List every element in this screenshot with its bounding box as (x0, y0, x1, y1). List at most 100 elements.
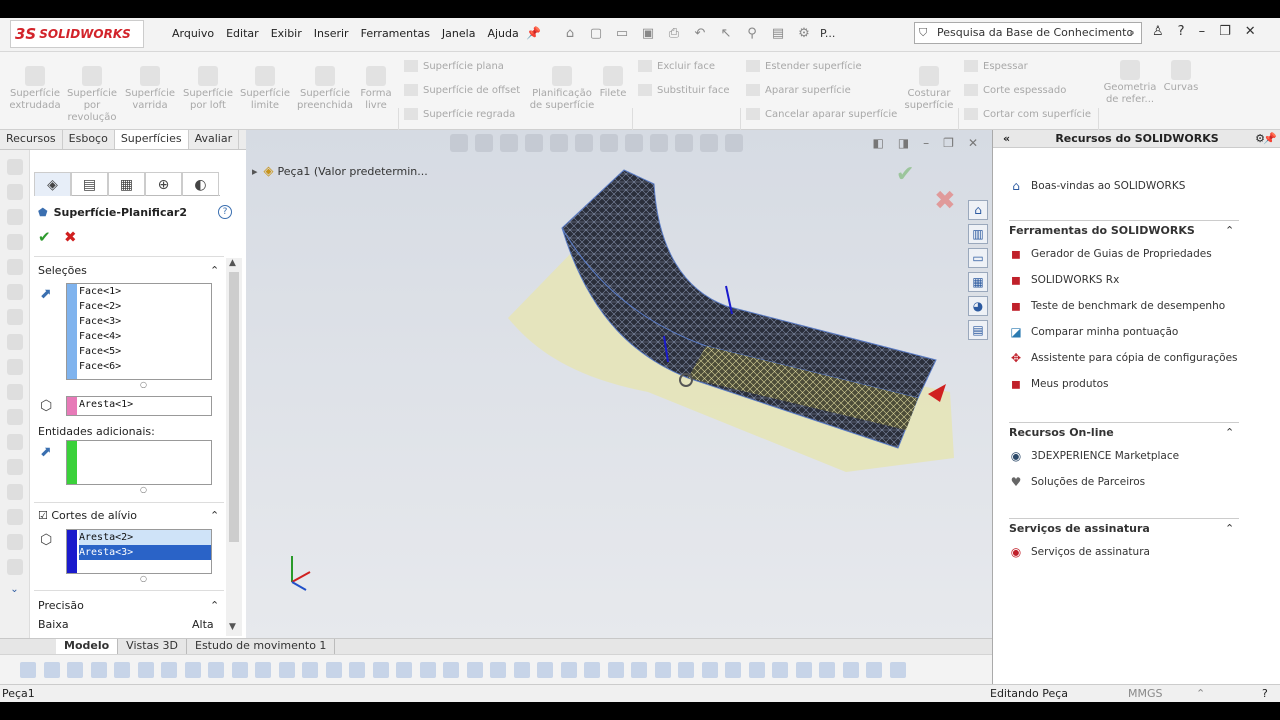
section-precisao[interactable]: Precisão (38, 599, 84, 612)
fillet-button[interactable]: Filete (598, 66, 628, 100)
thickened-cut-button[interactable]: Corte espessado (964, 84, 1066, 96)
help-icon[interactable]: ? (218, 205, 232, 219)
filter-tool-icon[interactable] (208, 662, 224, 678)
boundary-surface-button[interactable]: Superfície limite (238, 66, 292, 112)
tab-esboco[interactable]: Esboço (63, 130, 115, 149)
section-selecoes[interactable]: Seleções (38, 264, 87, 277)
status-units[interactable]: MMGS (1128, 687, 1163, 700)
toolbar-tool-icon[interactable] (6, 534, 23, 550)
filter-tool-icon[interactable] (43, 662, 60, 678)
offset-surface-button[interactable]: Superfície de offset (404, 84, 520, 96)
trim-surface-button[interactable]: Aparar superfície (746, 84, 851, 96)
filter-tool-icon[interactable] (560, 662, 577, 678)
curves-button[interactable]: Curvas (1162, 60, 1200, 94)
filter-tool-icon[interactable] (701, 662, 718, 678)
list-item[interactable]: Face<1> (79, 284, 211, 299)
list-item[interactable]: Face<2> (79, 299, 211, 314)
dimxpert-tab-icon[interactable]: ⊕ (145, 172, 182, 196)
toolbar-tool-icon[interactable] (6, 509, 23, 525)
extend-surface-button[interactable]: Estender superfície (746, 60, 862, 72)
featuremanager-tab-icon[interactable]: ◈ (34, 172, 71, 196)
resize-handle-icon[interactable]: ○ (140, 574, 147, 583)
swept-surface-button[interactable]: Superfície varrida (122, 66, 178, 112)
custom-properties-icon[interactable]: ▤ (968, 320, 988, 340)
thicken-button[interactable]: Espessar (964, 60, 1028, 72)
toolbar-tool-icon[interactable] (6, 159, 23, 175)
status-help-icon[interactable]: ? (1262, 687, 1268, 700)
ruled-surface-button[interactable]: Superfície regrada (404, 108, 515, 120)
file-explorer-icon[interactable]: ▭ (968, 248, 988, 268)
menu-janela[interactable]: Janela (442, 27, 476, 40)
collapse-chevron-icon[interactable]: ⌃ (1225, 522, 1234, 535)
pin-icon[interactable]: 📌 (526, 26, 541, 40)
list-item[interactable]: Face<5> (79, 344, 211, 359)
options-gear-icon[interactable]: ⚙ (794, 24, 814, 44)
relief-cuts-list[interactable]: Aresta<2> Aresta<3> (66, 529, 212, 574)
menu-arquivo[interactable]: Arquivo (172, 27, 214, 40)
edge-field[interactable]: Aresta<1> (66, 396, 212, 416)
filter-tool-icon[interactable] (654, 662, 671, 678)
tab-superficies[interactable]: Superfícies (114, 130, 189, 149)
scroll-up-icon[interactable]: ▲ (229, 258, 236, 268)
ok-button[interactable]: ✔ (38, 228, 51, 246)
link-welcome[interactable]: ⌂ Boas-vindas ao SOLIDWORKS (1007, 178, 1185, 194)
filter-tool-icon[interactable] (819, 662, 835, 678)
link-tool[interactable]: ◼ SOLIDWORKS Rx (1007, 272, 1119, 288)
scroll-thumb[interactable] (229, 272, 239, 542)
collapse-chevron-icon[interactable]: ⌃ (1225, 426, 1234, 439)
filter-tool-icon[interactable] (631, 662, 647, 678)
list-item[interactable]: Aresta<2> (79, 530, 211, 545)
filter-tool-icon[interactable] (866, 662, 882, 678)
link-subscription[interactable]: ◉ Serviços de assinatura (1007, 544, 1150, 560)
toolbar-tool-icon[interactable] (6, 334, 23, 350)
home-icon[interactable]: ⌂ (560, 24, 580, 44)
user-icon[interactable]: ♙ (1152, 24, 1164, 39)
link-tool[interactable]: ◪ Comparar minha pontuação (1007, 324, 1178, 340)
planar-surface-button[interactable]: Superfície plana (404, 60, 504, 72)
filter-tool-icon[interactable] (725, 662, 741, 678)
panel-scrollbar[interactable]: ▲ ▼ (226, 258, 242, 636)
search-input[interactable]: ⛉ Pesquisa da Base de Conhecimento ⌕ (914, 22, 1142, 44)
filter-tool-icon[interactable] (114, 662, 130, 678)
cancel-button[interactable]: ✖ (64, 228, 77, 246)
section-online[interactable]: Recursos On-line ⌃ (1009, 426, 1234, 439)
link-tool[interactable]: ✥ Assistente para cópia de configurações (1007, 350, 1238, 366)
filter-tool-icon[interactable] (842, 662, 859, 678)
menu-editar[interactable]: Editar (226, 27, 259, 40)
filter-tool-icon[interactable] (372, 662, 389, 678)
view-palette-icon[interactable]: ▦ (968, 272, 988, 292)
menu-exibir[interactable]: Exibir (271, 27, 302, 40)
surface-flatten-button[interactable]: Planificação de superfície (528, 66, 596, 112)
expand-down-icon[interactable]: ⌄ (0, 584, 29, 595)
section-tools[interactable]: Ferramentas do SOLIDWORKS ⌃ (1009, 224, 1234, 237)
additional-entities-list[interactable] (66, 440, 212, 485)
toolbar-tool-icon[interactable] (6, 484, 23, 500)
menu-ajuda[interactable]: Ajuda (487, 27, 518, 40)
toolbar-tool-icon[interactable] (6, 209, 23, 225)
propertymanager-tab-icon[interactable]: ▤ (71, 172, 108, 196)
toolbar-overflow[interactable]: P... (820, 24, 835, 44)
list-item[interactable]: Face<4> (79, 329, 211, 344)
tab-avaliar[interactable]: Avaliar (189, 130, 240, 149)
collapse-chevron-icon[interactable]: ⌃ (210, 264, 219, 277)
freeform-button[interactable]: Forma livre (358, 66, 394, 112)
replace-face-button[interactable]: Substituir face (638, 84, 730, 96)
select-icon[interactable]: ↖ (716, 24, 736, 44)
knit-surface-button[interactable]: Costurar superfície (902, 66, 956, 112)
graphics-area[interactable]: ◧ ◨ – ❐ ✕ ▸ ◈ Peça1 (Valor predetermin... … (246, 130, 992, 638)
filter-tool-icon[interactable] (278, 662, 295, 678)
toolbar-tool-icon[interactable] (6, 184, 23, 200)
resize-handle-icon[interactable]: ○ (140, 485, 147, 494)
faces-list[interactable]: Face<1> Face<2> Face<3> Face<4> Face<5> … (66, 283, 212, 380)
tab-modelo[interactable]: Modelo (56, 639, 119, 654)
list-item[interactable]: Aresta<1> (79, 397, 211, 412)
filter-tool-icon[interactable] (795, 662, 812, 678)
home-icon[interactable]: ⌂ (968, 200, 988, 220)
display-tab-icon[interactable]: ◐ (182, 172, 219, 196)
link-online[interactable]: ◉ 3DEXPERIENCE Marketplace (1007, 448, 1179, 464)
toolbar-tool-icon[interactable] (6, 409, 23, 425)
toolbar-tool-icon[interactable] (6, 284, 23, 300)
undo-icon[interactable]: ↶ (690, 24, 710, 44)
file-properties-icon[interactable]: ▤ (768, 24, 788, 44)
configuration-tab-icon[interactable]: ▦ (108, 172, 145, 196)
